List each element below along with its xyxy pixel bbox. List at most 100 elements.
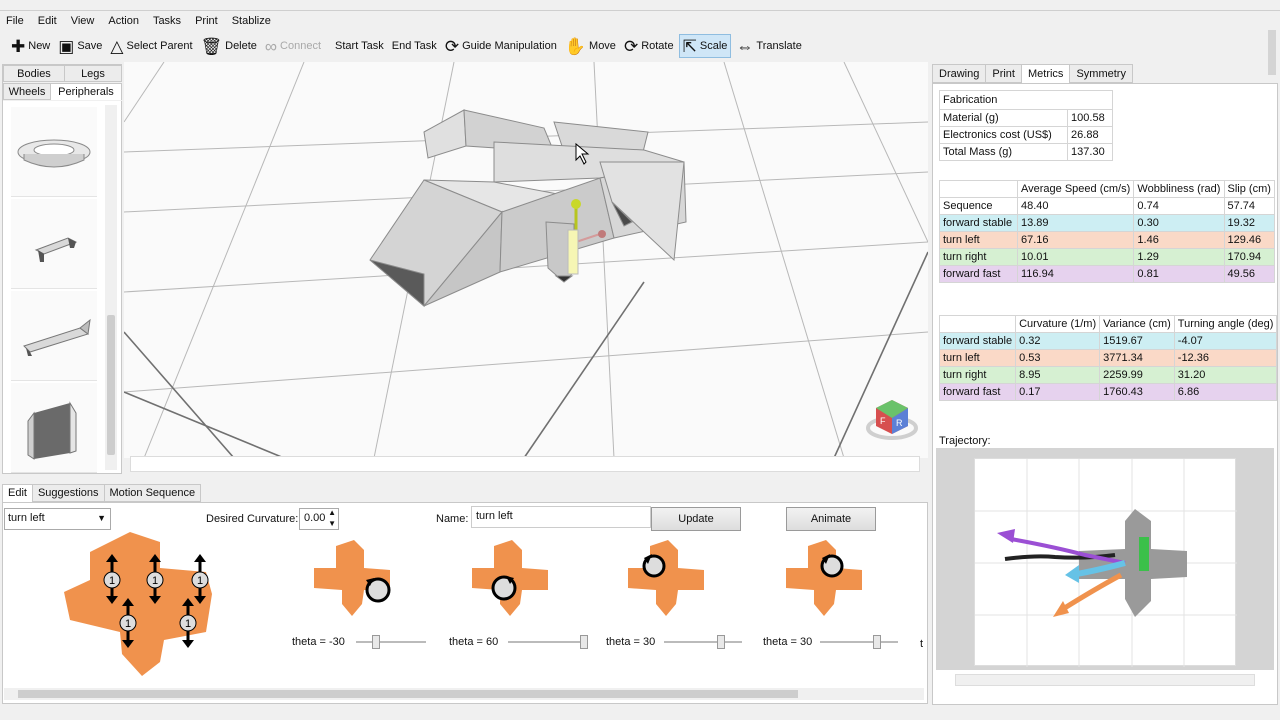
connect-button-label: Connect <box>280 40 322 52</box>
theta-slider-2[interactable] <box>508 635 588 649</box>
menu-view[interactable]: View <box>71 15 95 27</box>
rotate-button[interactable]: ⟳ Rotate <box>621 34 677 58</box>
robot-model[interactable] <box>369 109 687 308</box>
tab-edit[interactable]: Edit <box>2 484 33 502</box>
robot-topview-diagram[interactable]: 1 1 1 1 1 <box>60 522 220 680</box>
menu-file[interactable]: File <box>6 15 24 27</box>
orientation-cube-icon[interactable]: F R <box>866 400 918 440</box>
end-task-label: End Task <box>391 40 437 52</box>
fabrication-label: Electronics cost (US$) <box>938 126 1069 144</box>
select-parent-button[interactable]: △ Select Parent <box>107 34 195 58</box>
row-wobble: 0.30 <box>1133 214 1225 232</box>
menu-print[interactable]: Print <box>195 15 218 27</box>
3d-scene[interactable]: F R <box>124 62 928 458</box>
slider-knob[interactable] <box>580 635 588 649</box>
trajectory-scrollbar[interactable] <box>955 674 1255 686</box>
name-input[interactable]: turn left <box>471 506 651 528</box>
connect-button[interactable]: ∞ Connect <box>262 34 324 58</box>
guide-manipulation-label: Guide Manipulation <box>462 40 557 52</box>
tab-legs[interactable]: Legs <box>64 65 122 82</box>
theta-slider-3[interactable] <box>664 635 742 649</box>
theta-control-1: theta = -30 <box>292 636 345 648</box>
table-header: Average Speed (cm/s) <box>1016 180 1135 198</box>
theta-control-2: theta = 60 <box>449 636 498 648</box>
theta-control-3: theta = 30 <box>606 636 655 648</box>
gizmo-y-handle[interactable] <box>571 199 581 209</box>
spinner-arrows-icon[interactable]: ▲ ▼ <box>328 507 336 529</box>
tab-peripherals[interactable]: Peripherals <box>50 83 122 100</box>
start-task-button[interactable]: Start Task <box>332 34 387 58</box>
svg-text:R: R <box>896 418 903 428</box>
save-button[interactable]: ▣ Save <box>55 34 105 58</box>
rotate-button-label: Rotate <box>641 40 674 52</box>
menu-tasks[interactable]: Tasks <box>153 15 181 27</box>
slider-knob[interactable] <box>872 635 881 649</box>
edit-scrollbar-thumb[interactable] <box>18 690 798 698</box>
slider-knob[interactable] <box>716 635 725 649</box>
leg-badge-text: 1 <box>109 575 115 587</box>
theta-slider-4[interactable] <box>820 635 898 649</box>
tab-print[interactable]: Print <box>985 64 1022 83</box>
tab-symmetry[interactable]: Symmetry <box>1069 64 1133 83</box>
parts-scrollbar-thumb[interactable] <box>107 315 115 455</box>
fabrication-value: 26.88 <box>1067 126 1113 144</box>
row-turning-angle: -4.07 <box>1173 332 1278 350</box>
row-variance: 2259.99 <box>1099 366 1175 384</box>
svg-text:F: F <box>880 416 886 426</box>
parts-scrollbar[interactable] <box>105 105 117 470</box>
gait-preview-3[interactable] <box>626 538 708 618</box>
parts-library-panel: Bodies Legs Wheels Peripherals <box>2 64 123 474</box>
tab-metrics[interactable]: Metrics <box>1020 64 1071 83</box>
desired-curvature-value: 0.00 <box>304 512 326 524</box>
row-wobble: 1.29 <box>1133 248 1225 266</box>
part-thumbnail-bracket[interactable] <box>11 199 97 289</box>
gait-preview-2[interactable] <box>470 538 552 618</box>
gizmo-x-handle[interactable] <box>598 230 606 238</box>
new-button[interactable]: ✚ New <box>8 34 53 58</box>
tab-suggestions[interactable]: Suggestions <box>31 484 105 502</box>
rotate-icon: ⟳ <box>623 36 639 56</box>
save-button-label: Save <box>77 40 103 52</box>
end-task-button[interactable]: End Task <box>389 34 440 58</box>
tab-drawing[interactable]: Drawing <box>932 64 987 83</box>
curvature-metrics-table: Curvature (1/m) Variance (cm) Turning an… <box>938 315 1278 401</box>
table-header <box>939 180 1018 198</box>
row-name: forward stable <box>938 332 1017 350</box>
new-document-icon: ✚ <box>11 36 26 56</box>
theta-label-cut: t <box>920 638 924 650</box>
delete-button[interactable]: 🗑 Delete <box>198 34 260 58</box>
table-row: turn left 67.16 1.46 129.46 <box>939 231 1276 249</box>
trajectory-view[interactable] <box>974 458 1237 667</box>
slider-knob[interactable] <box>371 635 380 649</box>
trajectory-plot <box>975 459 1237 667</box>
top-border <box>0 10 1280 11</box>
desired-curvature-input[interactable]: 0.00 ▲ ▼ <box>299 508 339 530</box>
tab-wheels[interactable]: Wheels <box>3 83 51 100</box>
update-button[interactable]: Update <box>651 507 741 531</box>
part-thumbnail-ring[interactable] <box>11 107 97 197</box>
window-scroll-indicator[interactable] <box>1266 30 1278 75</box>
theta-slider-1[interactable] <box>356 635 426 649</box>
guide-manipulation-button[interactable]: ⟳ Guide Manipulation <box>442 34 560 58</box>
animate-button[interactable]: Animate <box>786 507 876 531</box>
part-thumbnail-wing[interactable] <box>11 291 97 381</box>
menu-edit[interactable]: Edit <box>38 15 57 27</box>
tab-motion-sequence[interactable]: Motion Sequence <box>103 484 202 502</box>
gait-preview-1[interactable] <box>312 538 394 618</box>
gait-preview-4[interactable] <box>784 538 866 618</box>
menu-stablize[interactable]: Stablize <box>232 15 271 27</box>
3d-viewport[interactable]: F R <box>124 62 928 458</box>
row-wobble: 0.81 <box>1133 265 1225 283</box>
translate-button[interactable]: ⇔ Translate <box>733 34 804 58</box>
menu-action[interactable]: Action <box>108 15 139 27</box>
gait-metrics-table: Average Speed (cm/s) Wobbliness (rad) Sl… <box>939 180 1276 283</box>
scale-button[interactable]: ⇱ Scale <box>678 34 732 58</box>
tab-bodies[interactable]: Bodies <box>3 65 65 82</box>
table-row: forward fast 116.94 0.81 49.56 <box>939 265 1276 283</box>
ring-part-icon <box>17 139 91 167</box>
row-variance: 3771.34 <box>1099 349 1175 367</box>
move-button[interactable]: ✋ Move <box>562 34 619 58</box>
edit-horizontal-scrollbar[interactable] <box>4 688 924 700</box>
table-row: turn right 8.95 2259.99 31.20 <box>938 366 1278 384</box>
part-thumbnail-panel[interactable] <box>11 383 97 473</box>
